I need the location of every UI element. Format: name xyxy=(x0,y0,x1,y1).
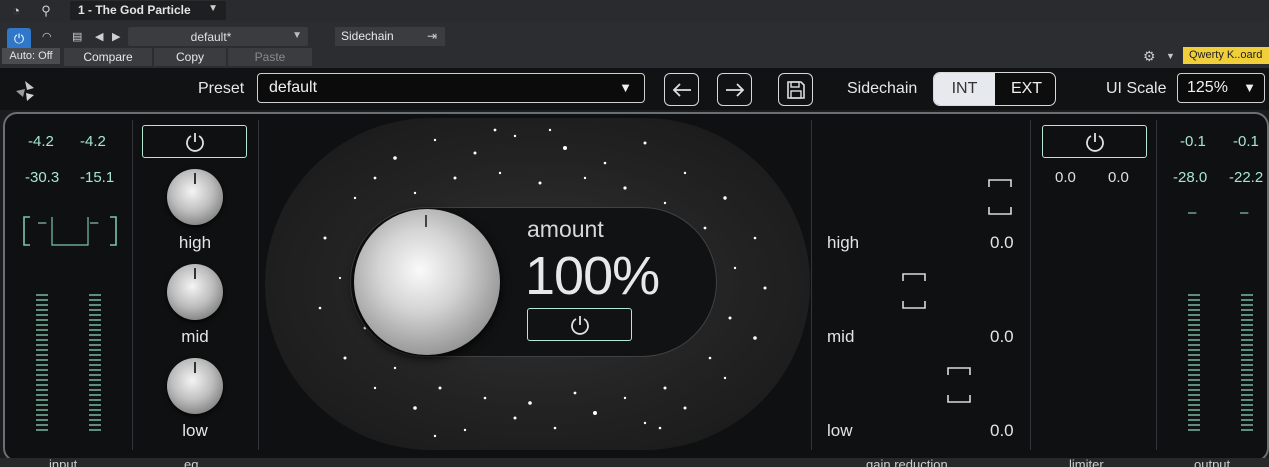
limiter-value-left: 0.0 xyxy=(1055,169,1076,186)
copy-button[interactable]: Copy xyxy=(154,48,226,66)
output-peak-left: -0.1 xyxy=(1180,133,1206,150)
footer-output-label: output xyxy=(1194,457,1231,467)
preset-label: Preset xyxy=(198,80,245,97)
divider xyxy=(132,120,133,450)
brand-logo-icon xyxy=(16,81,34,101)
gr-low-meter xyxy=(947,367,971,403)
host-sidechain-label: Sidechain xyxy=(341,29,394,43)
sidechain-ext-option[interactable]: EXT xyxy=(996,73,1055,105)
eq-high-knob[interactable] xyxy=(167,169,223,225)
gr-low-label: low xyxy=(827,421,853,440)
gr-high-meter xyxy=(988,179,1012,215)
compare-button[interactable]: Compare xyxy=(64,48,152,66)
save-preset-button[interactable] xyxy=(778,73,813,106)
output-meter-right xyxy=(1241,294,1253,431)
divider xyxy=(1030,120,1031,450)
power-icon xyxy=(185,132,204,152)
ui-scale-label: UI Scale xyxy=(1106,80,1167,97)
arrow-right-icon xyxy=(725,82,744,97)
output-rms-left: -28.0 xyxy=(1173,169,1208,186)
amount-label: amount xyxy=(527,216,604,242)
limiter-value-right: 0.0 xyxy=(1108,169,1129,186)
footer-eq-label: eq xyxy=(184,457,199,467)
input-meter-right xyxy=(89,294,101,431)
section-footer: input eq gain reduction limiter output xyxy=(0,458,1269,467)
input-peak-left: -4.2 xyxy=(28,133,54,150)
amount-knob[interactable] xyxy=(354,209,500,355)
input-meter-left xyxy=(36,294,48,431)
bypass-icon[interactable]: ◠ xyxy=(42,30,52,43)
chevron-down-icon: ▼ xyxy=(619,80,632,95)
divider xyxy=(811,120,812,450)
prev-preset-icon[interactable]: ◀ xyxy=(95,30,103,43)
input-peak-right: -4.2 xyxy=(80,133,106,150)
next-preset-button[interactable] xyxy=(717,73,752,106)
output-dash-right: – xyxy=(1240,204,1249,221)
previous-preset-button[interactable] xyxy=(664,73,699,106)
divider xyxy=(258,120,259,450)
power-icon xyxy=(1085,132,1104,152)
paste-button[interactable]: Paste xyxy=(228,48,312,66)
limiter-power-button[interactable] xyxy=(1042,125,1147,158)
host-sidechain-button[interactable]: Sidechain ⇥ xyxy=(335,27,445,46)
gr-high-value: 0.0 xyxy=(990,233,1014,252)
pie-icon[interactable]: ◔ xyxy=(8,3,24,19)
host-preset-value: default* xyxy=(190,30,232,44)
host-plugin-bar: ⏻ ◠ Auto: Off ▤ ◀ ▶ default* ▼ Compare C… xyxy=(0,22,1269,68)
gr-mid-value: 0.0 xyxy=(990,327,1014,346)
routing-icon[interactable]: ⚲ xyxy=(38,3,54,19)
plugin-power-button[interactable]: ⏻ xyxy=(7,28,31,50)
chevron-down-icon: ▼ xyxy=(292,30,302,41)
save-icon xyxy=(786,80,805,99)
preset-file-icon[interactable]: ▤ xyxy=(72,30,82,43)
eq-mid-label: mid xyxy=(181,327,209,346)
ui-scale-dropdown[interactable]: 125% ▼ xyxy=(1177,73,1265,103)
gr-mid-meter xyxy=(902,273,926,309)
output-meter-left xyxy=(1188,294,1200,431)
eq-mid-knob[interactable] xyxy=(167,264,223,320)
divider xyxy=(1156,120,1157,450)
input-link-left: – xyxy=(38,214,47,231)
amount-value: 100% xyxy=(525,246,660,306)
eq-high-label: high xyxy=(178,233,212,252)
track-name: 1 - The God Particle xyxy=(78,3,191,17)
output-dash-left: – xyxy=(1188,204,1197,221)
eq-power-button[interactable] xyxy=(142,125,247,158)
automation-button[interactable]: Auto: Off xyxy=(2,48,60,64)
gr-high-label: high xyxy=(827,233,860,252)
preset-dropdown[interactable]: default ▼ xyxy=(257,73,645,103)
gr-mid-label: mid xyxy=(827,327,855,346)
eq-low-knob[interactable] xyxy=(167,358,223,414)
footer-gain-reduction-label: gain reduction xyxy=(866,457,948,467)
gear-icon[interactable]: ⚙ xyxy=(1143,48,1156,65)
input-rms-left: -30.3 xyxy=(25,169,60,186)
input-link-right: – xyxy=(90,214,99,231)
track-selector[interactable]: 1 - The God Particle ▼ xyxy=(70,1,226,20)
output-peak-right: -0.1 xyxy=(1233,133,1259,150)
sidechain-int-option[interactable]: INT xyxy=(934,73,995,105)
sidechain-label: Sidechain xyxy=(847,80,918,97)
eq-low-label: low xyxy=(182,421,208,440)
input-rms-right: -15.1 xyxy=(80,169,115,186)
amount-power-button[interactable] xyxy=(527,308,632,341)
chevron-down-icon: ▼ xyxy=(1243,80,1256,95)
arrow-left-icon xyxy=(672,82,691,97)
host-preset-dropdown[interactable]: default* ▼ xyxy=(128,27,308,46)
gr-low-value: 0.0 xyxy=(990,421,1014,440)
chevron-down-icon[interactable]: ▼ xyxy=(1166,51,1175,61)
power-icon xyxy=(570,315,589,335)
next-preset-icon[interactable]: ▶ xyxy=(112,30,120,43)
sidechain-toggle[interactable]: INT EXT xyxy=(933,72,1056,106)
preset-value: default xyxy=(269,79,318,96)
midi-device-badge[interactable]: Qwerty K..oard xyxy=(1183,47,1269,64)
chevron-down-icon: ▼ xyxy=(208,3,218,14)
host-title-bar: ◔ ⚲ 1 - The God Particle ▼ xyxy=(0,0,1269,22)
sidechain-input-icon: ⇥ xyxy=(426,29,437,43)
input-link-control[interactable] xyxy=(22,215,118,247)
footer-limiter-label: limiter xyxy=(1069,457,1104,467)
output-rms-right: -22.2 xyxy=(1229,169,1264,186)
footer-input-label: input xyxy=(49,457,78,467)
ui-scale-value: 125% xyxy=(1187,79,1228,96)
